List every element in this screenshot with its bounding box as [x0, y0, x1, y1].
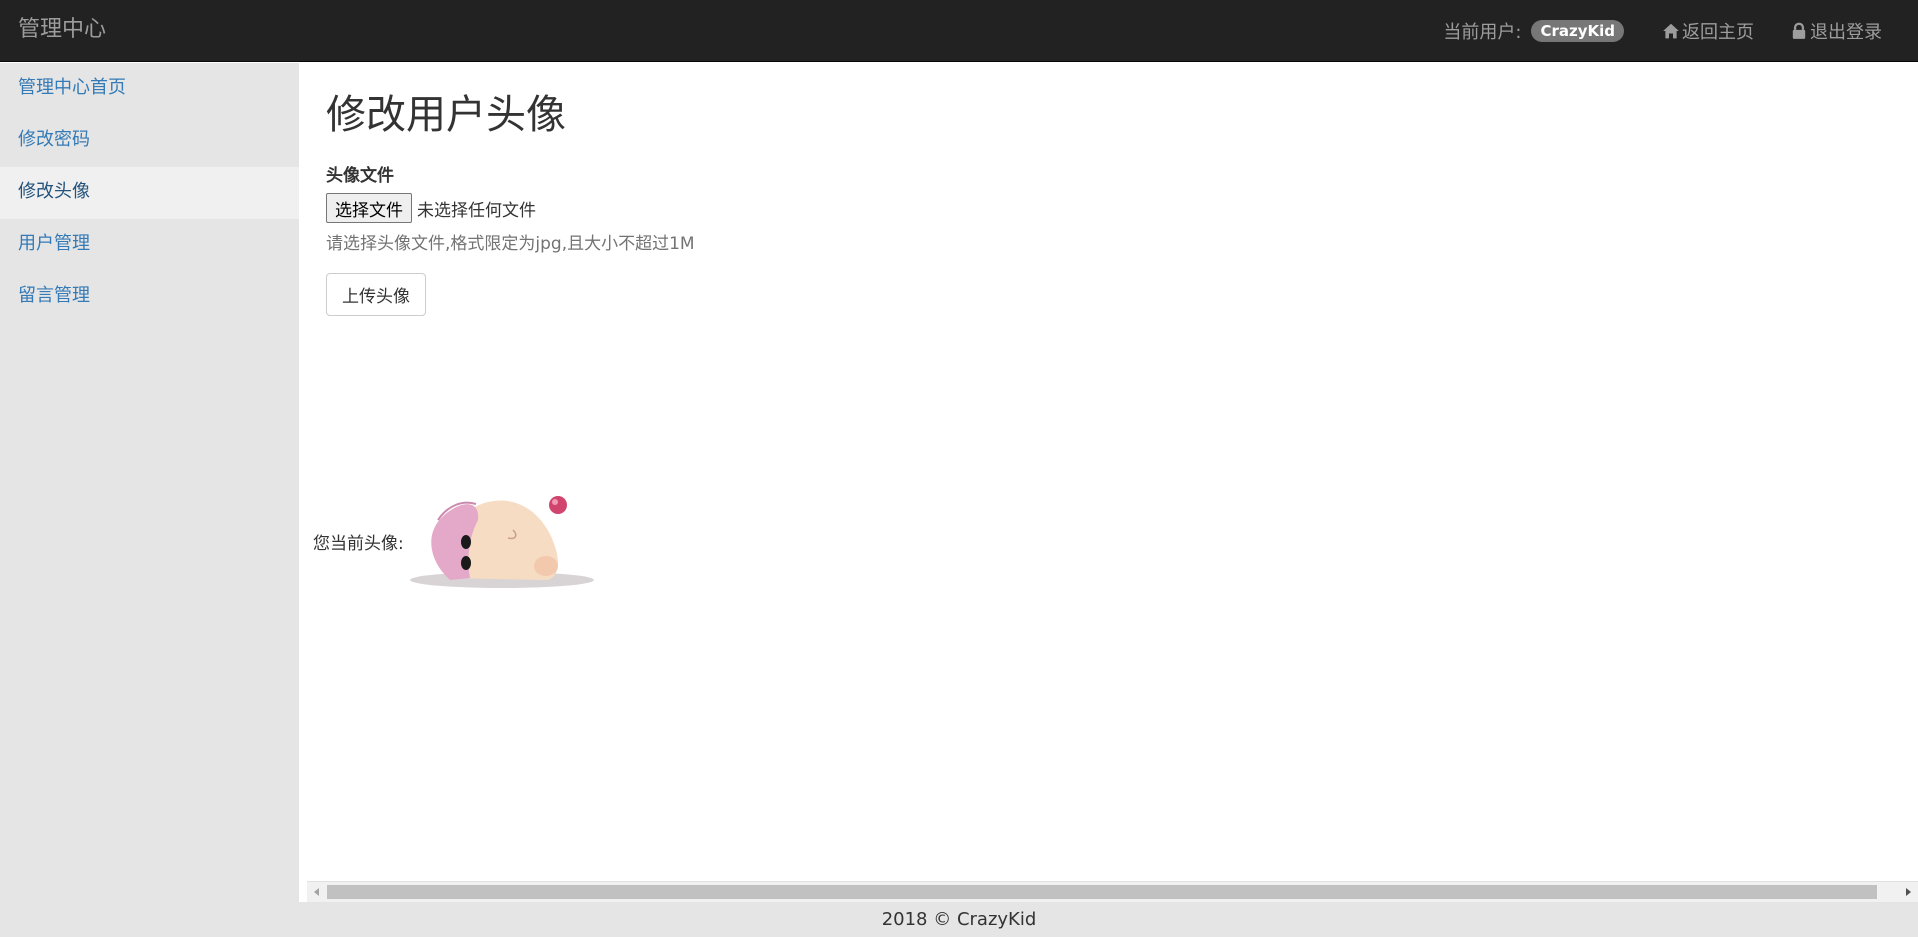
sidebar-item-change-password[interactable]: 修改密码 [0, 115, 299, 167]
sidebar: 管理中心首页 修改密码 修改头像 用户管理 留言管理 [0, 63, 299, 902]
sidebar-item-dashboard[interactable]: 管理中心首页 [0, 63, 299, 115]
sidebar-item-user-management[interactable]: 用户管理 [0, 219, 299, 271]
navbar-right: 当前用户: CrazyKid 返回主页 退出登录 [1443, 17, 1882, 45]
home-link[interactable]: 返回主页 [1662, 18, 1754, 44]
current-avatar-block: 您当前头像: [313, 490, 600, 592]
sidebar-item-change-avatar[interactable]: 修改头像 [0, 167, 299, 219]
avatar-file-label: 头像文件 [326, 166, 394, 186]
lock-icon [1792, 22, 1806, 39]
brand-title[interactable]: 管理中心 [18, 16, 106, 44]
current-user-label: 当前用户: [1443, 22, 1522, 43]
home-icon [1663, 23, 1679, 39]
file-status-text: 未选择任何文件 [417, 200, 536, 221]
page-title: 修改用户头像 [326, 92, 566, 138]
horizontal-scrollbar[interactable] [307, 881, 1918, 902]
help-text: 请选择头像文件,格式限定为jpg,且大小不超过1M [326, 234, 695, 254]
choose-file-button[interactable]: 选择文件 [326, 193, 412, 223]
logout-link-label: 退出登录 [1810, 22, 1882, 43]
sidebar-item-message-management[interactable]: 留言管理 [0, 271, 299, 323]
top-navbar: 管理中心 当前用户: CrazyKid 返回主页 退出登录 [0, 0, 1918, 62]
username-badge: CrazyKid [1531, 20, 1624, 42]
avatar-image [409, 496, 594, 588]
footer: 2018 © CrazyKid [0, 902, 1918, 937]
logout-link[interactable]: 退出登录 [1790, 18, 1882, 44]
scroll-left-arrow-icon[interactable] [314, 888, 319, 896]
home-link-label: 返回主页 [1682, 22, 1754, 43]
scroll-right-arrow-icon[interactable] [1906, 888, 1911, 896]
current-avatar-label: 您当前头像: [313, 533, 404, 554]
file-input[interactable]: 选择文件 未选择任何文件 [326, 193, 536, 223]
footer-text: 2018 © CrazyKid [881, 909, 1037, 930]
scrollbar-thumb[interactable] [327, 885, 1877, 899]
upload-avatar-button[interactable]: 上传头像 [326, 273, 426, 316]
